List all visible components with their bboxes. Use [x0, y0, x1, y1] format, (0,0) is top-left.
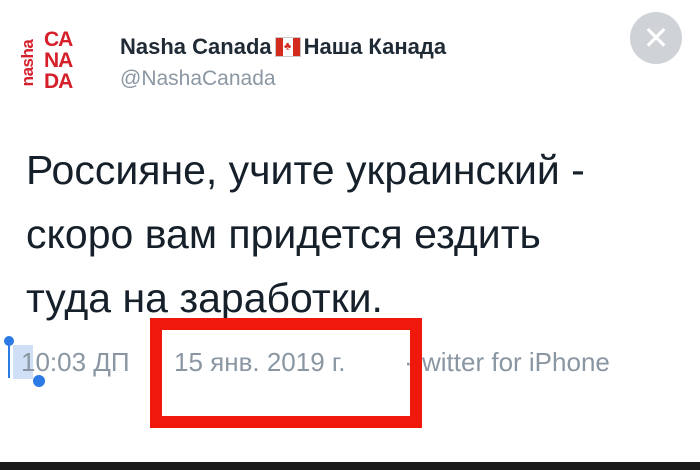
display-name-latin: Nasha Canada — [120, 34, 272, 59]
canada-flag-icon: ♣ — [274, 37, 301, 57]
selection-handle-end[interactable] — [33, 375, 45, 387]
display-name[interactable]: Nasha Canada ♣ Наша Канада — [120, 33, 446, 61]
account-handle[interactable]: @NashaCanada — [120, 67, 446, 91]
selection-handle-start[interactable] — [4, 336, 14, 346]
logo-row-3: DA — [44, 70, 73, 93]
display-name-cyrillic: Наша Канада — [303, 34, 447, 59]
close-button[interactable]: ✕ — [630, 12, 682, 64]
logo-grid: CA NA DA — [44, 28, 88, 93]
tweet-line-2: скоро вам придется ездить — [26, 211, 541, 257]
logo-vertical: nasha — [18, 30, 37, 96]
logo-row-2: NA — [44, 49, 73, 72]
close-icon: ✕ — [642, 19, 670, 57]
tweet-source[interactable]: witter for iPhone — [422, 347, 610, 378]
bottom-bar — [0, 462, 700, 470]
tweet-screenshot: nasha CA NA DA Nasha Canada ♣ Наша Канад… — [0, 0, 700, 470]
red-highlight-box — [150, 318, 422, 428]
tweet-time: 10:03 ДП — [21, 347, 130, 377]
account-avatar[interactable]: nasha CA NA DA — [18, 28, 102, 100]
logo-vertical-text: nasha — [18, 39, 37, 87]
tweet-text: Россияне, учите украинский - скоро вам п… — [26, 138, 676, 330]
selection-handle-line[interactable] — [8, 342, 10, 378]
tweet-line-1: Россияне, учите украинский - — [26, 147, 585, 193]
account-names: Nasha Canada ♣ Наша Канада @NashaCanada — [120, 33, 446, 91]
logo-row-1: CA — [44, 28, 73, 51]
